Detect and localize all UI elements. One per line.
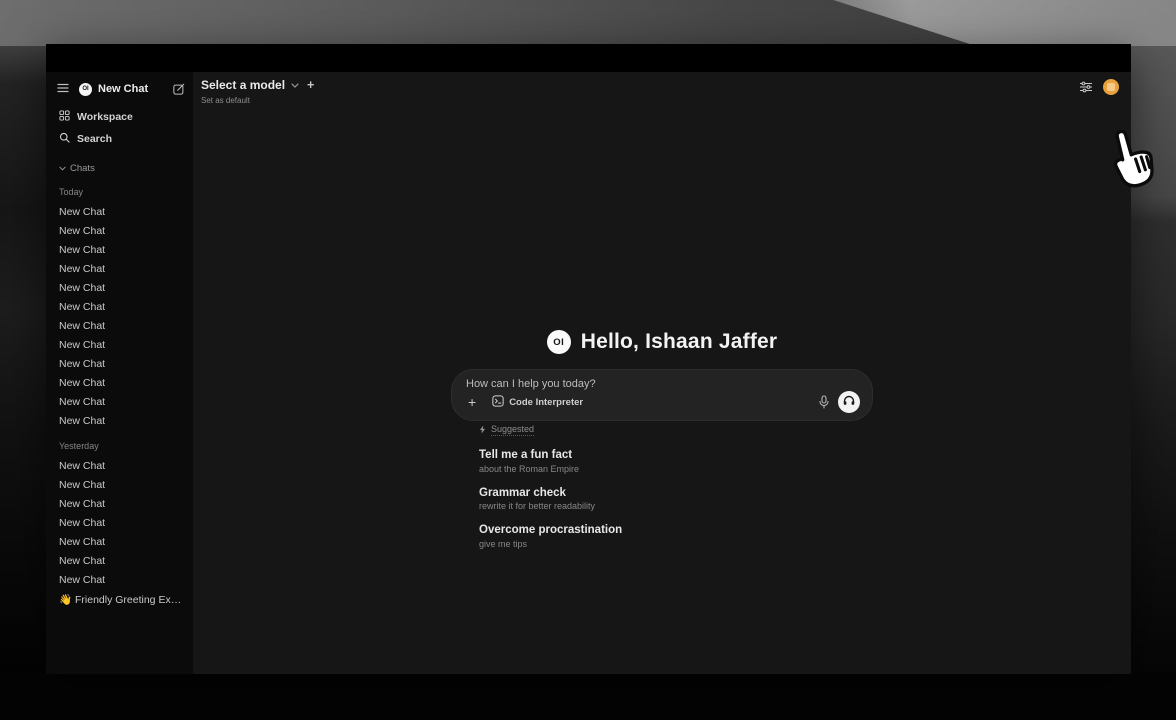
attach-plus-button[interactable]: +	[466, 395, 478, 409]
app-window: OI New Chat Workspace Search	[46, 44, 1131, 674]
chat-history-row[interactable]: New Chat	[57, 392, 185, 411]
chats-section-label: Chats	[70, 163, 95, 174]
chat-history-row[interactable]: New Chat	[57, 513, 185, 532]
code-interpreter-icon	[492, 395, 504, 410]
microphone-icon[interactable]	[819, 395, 829, 409]
topbar-right-controls	[1079, 79, 1119, 95]
chat-history-row[interactable]: New Chat	[57, 278, 185, 297]
chat-history-row[interactable]: New Chat	[57, 551, 185, 570]
chat-history-row[interactable]: New Chat	[57, 570, 185, 589]
chat-history-row[interactable]: New Chat	[57, 316, 185, 335]
sidebar-title: New Chat	[98, 83, 173, 95]
suggested-label: Suggested	[491, 424, 534, 436]
workspace-label: Workspace	[77, 111, 133, 123]
search-icon	[59, 132, 70, 146]
controls-sliders-icon[interactable]	[1079, 81, 1093, 93]
code-interpreter-label: Code Interpreter	[509, 397, 583, 408]
code-interpreter-toggle[interactable]: Code Interpreter	[492, 395, 583, 410]
set-as-default-link[interactable]: Set as default	[201, 96, 316, 105]
chat-history-row[interactable]: New Chat	[57, 494, 185, 513]
user-avatar[interactable]	[1103, 79, 1119, 95]
sidebar-item-search[interactable]: Search	[57, 128, 185, 150]
chat-history-row[interactable]: New Chat	[57, 532, 185, 551]
suggested-prompt[interactable]: Tell me a fun fact about the Roman Empir…	[479, 449, 859, 474]
chevron-down-icon	[291, 83, 299, 88]
chats-section-toggle[interactable]: Chats	[57, 161, 185, 176]
wallpaper-left	[0, 46, 46, 674]
chat-history-row[interactable]: New Chat	[57, 475, 185, 494]
suggested-prompt-title: Grammar check	[479, 487, 859, 499]
wallpaper-bottom	[0, 674, 1176, 720]
composer-right-controls	[819, 391, 860, 413]
chat-history-row[interactable]: New Chat	[57, 240, 185, 259]
headphones-icon	[843, 393, 855, 411]
sidebar-toggle-icon[interactable]	[57, 80, 70, 98]
model-selector-label: Select a model	[201, 78, 285, 92]
desktop-background: OI New Chat Workspace Search	[0, 0, 1176, 720]
model-selector[interactable]: Select a model +	[201, 78, 316, 92]
suggested-prompts: Suggested Tell me a fun fact about the R…	[479, 424, 859, 549]
avatar-glyph	[1107, 83, 1115, 91]
suggested-prompt-subtitle: give me tips	[479, 539, 859, 549]
chat-history-row[interactable]: New Chat	[57, 456, 185, 475]
voice-call-button[interactable]	[838, 391, 860, 413]
suggested-prompt-subtitle: about the Roman Empire	[479, 464, 859, 474]
new-chat-icon[interactable]	[173, 83, 185, 95]
chat-history-row: Today	[57, 185, 185, 199]
sidebar-item-workspace[interactable]: Workspace	[57, 106, 185, 128]
composer-toolbar: + Code Interpreter	[466, 391, 860, 413]
suggested-prompt[interactable]: Overcome procrastination give me tips	[479, 524, 859, 549]
chat-history-list: Today New Chat New Chat New Chat New Cha…	[57, 185, 185, 609]
suggested-header: Suggested	[479, 424, 859, 436]
main-panel: Select a model + Set as default OI Hello…	[193, 72, 1131, 674]
chat-history-row[interactable]: New Chat	[57, 259, 185, 278]
message-composer[interactable]: + Code Interpreter	[451, 369, 873, 421]
chat-history-row[interactable]: New Chat	[57, 221, 185, 240]
search-label: Search	[77, 133, 112, 145]
chat-history-row[interactable]: New Chat	[57, 297, 185, 316]
suggested-prompt-title: Tell me a fun fact	[479, 449, 859, 461]
suggested-prompt[interactable]: Grammar check rewrite it for better read…	[479, 487, 859, 512]
greeting-text: Hello, Ishaan Jaffer	[581, 330, 778, 354]
message-input[interactable]	[466, 378, 860, 390]
chat-history-row[interactable]: New Chat	[57, 202, 185, 221]
chat-history-row[interactable]: New Chat	[57, 335, 185, 354]
suggested-prompt-subtitle: rewrite it for better readability	[479, 501, 859, 511]
bolt-icon	[479, 425, 486, 436]
workspace-grid-icon	[59, 110, 70, 124]
chevron-down-icon	[59, 163, 66, 174]
wallpaper-right	[1131, 46, 1176, 674]
sidebar-header: OI New Chat	[57, 78, 185, 100]
chat-history-row[interactable]: New Chat	[57, 354, 185, 373]
suggested-prompt-title: Overcome procrastination	[479, 524, 859, 536]
app-logo-icon: OI	[547, 330, 571, 354]
chat-history-row[interactable]: New Chat	[57, 373, 185, 392]
chat-history-row[interactable]: New Chat	[57, 411, 185, 430]
window-titlebar	[46, 44, 1131, 72]
chat-history-row: Yesterday	[57, 439, 185, 453]
app-logo-icon: OI	[79, 83, 92, 96]
chat-history-row[interactable]: 👋 Friendly Greeting Exchange	[57, 589, 185, 609]
greeting-hero: OI Hello, Ishaan Jaffer	[451, 330, 873, 354]
add-model-button[interactable]: +	[305, 78, 316, 92]
sidebar: OI New Chat Workspace Search	[46, 72, 193, 674]
model-topbar: Select a model + Set as default	[201, 78, 316, 105]
